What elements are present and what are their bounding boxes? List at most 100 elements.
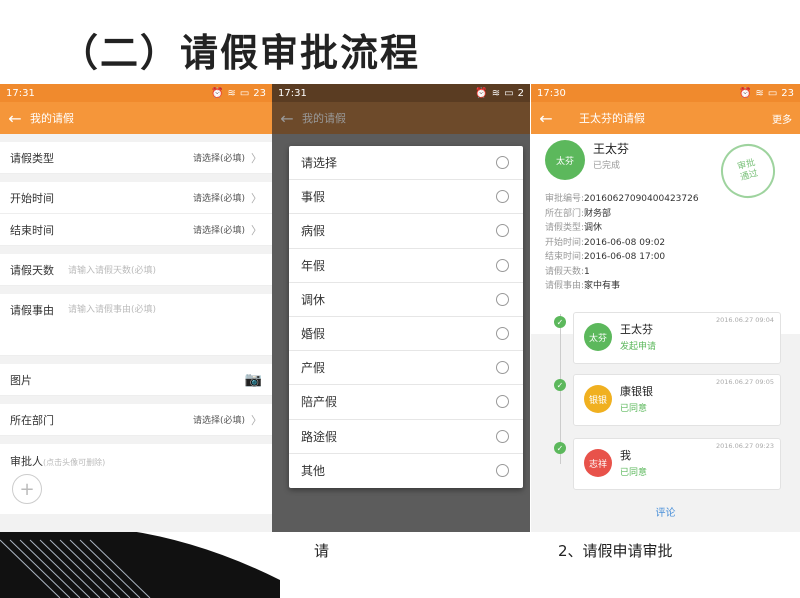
- timeline-item: 志祥 我 已同意 2016.06.27 09:23: [573, 438, 781, 490]
- approver-label: 审批人: [10, 455, 43, 468]
- battery-level: 23: [781, 87, 794, 99]
- leave-type-label: 请假类型: [10, 151, 54, 165]
- wifi-icon: ≋: [227, 87, 236, 99]
- radio-icon[interactable]: [496, 156, 509, 170]
- app-bar-title: 我的请假: [30, 112, 74, 125]
- check-icon: ✓: [554, 316, 566, 328]
- days-row[interactable]: 请假天数 请输入请假天数(必填): [0, 254, 272, 286]
- option-9[interactable]: 其他: [289, 454, 523, 488]
- chevron-right-icon: 〉: [251, 191, 262, 205]
- leave-type-row[interactable]: 请假类型 请选择(必填) 〉: [0, 142, 272, 174]
- image-row[interactable]: 图片 📷: [0, 364, 272, 396]
- option-6[interactable]: 产假: [289, 351, 523, 386]
- option-4[interactable]: 调休: [289, 283, 523, 317]
- department-label: 所在部门: [10, 413, 54, 427]
- option-0[interactable]: 请选择: [289, 146, 523, 181]
- slide-title: （二）请假审批流程: [60, 31, 421, 75]
- applicant-name: 王太芬: [593, 142, 630, 156]
- battery-level: 2: [517, 87, 524, 99]
- alarm-icon: ⏰: [210, 87, 224, 99]
- phone-leave-form: 17:31 ⏰ ≋ ▭ 23 ← 我的请假 请假类型 请选择(必填) 〉 开始时间 请选择(…: [0, 84, 272, 532]
- radio-icon[interactable]: [496, 395, 509, 409]
- radio-icon[interactable]: [496, 361, 509, 375]
- timeline-item: 太芬 王太芬 发起申请 2016.06.27 09:04: [573, 312, 781, 364]
- days-input[interactable]: 请输入请假天数(必填): [68, 263, 262, 276]
- app-bar-title: 我的请假: [302, 112, 346, 125]
- back-arrow-icon[interactable]: ←: [272, 109, 302, 128]
- caption-right: 2、请假申请审批: [558, 542, 673, 560]
- app-bar: ← 我的请假: [0, 102, 272, 134]
- add-approver-icon[interactable]: +: [12, 474, 42, 504]
- option-8[interactable]: 路途假: [289, 420, 523, 454]
- approver-section: 审批人(点击头像可删除) +: [0, 444, 272, 514]
- alarm-icon: ⏰: [738, 87, 752, 99]
- chevron-right-icon: 〉: [251, 223, 262, 237]
- start-time-value: 请选择(必填): [192, 194, 245, 204]
- option-3[interactable]: 年假: [289, 249, 523, 283]
- app-bar: ← 我的请假: [272, 102, 530, 134]
- avatar: 太芬: [584, 323, 612, 351]
- applicant-status: 已完成: [593, 161, 621, 171]
- check-icon: ✓: [554, 379, 566, 391]
- more-button[interactable]: 更多: [772, 111, 792, 126]
- radio-icon[interactable]: [496, 190, 509, 204]
- department-row[interactable]: 所在部门 请选择(必填) 〉: [0, 404, 272, 436]
- applicant-avatar: 太芬: [545, 140, 585, 180]
- phone-leave-type-picker: 17:31 ⏰ ≋ ▭ 2 ← 我的请假 请选择 事假 病假 年假 调休 婚假 产假 …: [272, 84, 530, 532]
- status-time: 17:31: [278, 87, 307, 99]
- radio-icon[interactable]: [496, 292, 509, 306]
- camera-icon[interactable]: 📷: [245, 372, 262, 388]
- reason-input[interactable]: 请输入请假事由(必填): [68, 302, 262, 315]
- leave-type-value: 请选择(必填): [192, 154, 245, 164]
- option-7[interactable]: 陪产假: [289, 385, 523, 420]
- app-bar-title: 王太芬的请假: [579, 112, 645, 125]
- leave-type-dialog: 请选择 事假 病假 年假 调休 婚假 产假 陪产假 路途假 其他: [289, 146, 523, 488]
- approved-stamp: 审批 通过: [714, 137, 782, 205]
- app-bar: ← 王太芬的请假 更多: [531, 102, 800, 134]
- status-bar: 17:30 ⏰ ≋ ▭ 23: [531, 84, 800, 102]
- battery-level: 23: [253, 87, 266, 99]
- start-time-label: 开始时间: [10, 191, 54, 205]
- option-2[interactable]: 病假: [289, 214, 523, 249]
- radio-icon[interactable]: [496, 224, 509, 238]
- battery-icon: ▭: [239, 87, 250, 99]
- phone-approval-detail: 17:30 ⏰ ≋ ▭ 23 ← 王太芬的请假 更多 太芬 王太芬 已完成 审批 通过…: [531, 84, 800, 532]
- start-time-row[interactable]: 开始时间 请选择(必填) 〉: [0, 182, 272, 214]
- wifi-icon: ≋: [755, 87, 764, 99]
- option-5[interactable]: 婚假: [289, 317, 523, 352]
- end-time-row[interactable]: 结束时间 请选择(必填) 〉: [0, 214, 272, 246]
- radio-icon[interactable]: [496, 258, 509, 272]
- radio-icon[interactable]: [496, 464, 509, 478]
- reason-row[interactable]: 请假事由 请输入请假事由(必填): [0, 294, 272, 356]
- avatar: 银银: [584, 385, 612, 413]
- radio-icon[interactable]: [496, 327, 509, 341]
- radio-icon[interactable]: [496, 429, 509, 443]
- comment-button[interactable]: 评论: [531, 504, 800, 519]
- status-bar: 17:31 ⏰ ≋ ▭ 23: [0, 84, 272, 102]
- check-icon: ✓: [554, 442, 566, 454]
- timeline-item: 银银 康银银 已同意 2016.06.27 09:05: [573, 374, 781, 426]
- chevron-right-icon: 〉: [251, 151, 262, 165]
- applicant-card: 太芬 王太芬 已完成 审批 通过 审批编号:201606270904004237…: [531, 134, 800, 334]
- wifi-icon: ≋: [491, 87, 501, 99]
- end-time-value: 请选择(必填): [192, 226, 245, 236]
- end-time-label: 结束时间: [10, 223, 54, 237]
- chevron-right-icon: 〉: [251, 413, 262, 427]
- battery-icon: ▭: [767, 87, 778, 99]
- back-arrow-icon[interactable]: ←: [0, 109, 30, 128]
- department-value: 请选择(必填): [192, 416, 245, 426]
- leave-info: 审批编号:20160627090400423726 所在部门:财务部 请假类型:…: [545, 194, 699, 291]
- caption-left: 请: [314, 542, 330, 560]
- days-label: 请假天数: [10, 263, 54, 277]
- status-time: 17:30: [537, 87, 566, 99]
- battery-icon: ▭: [504, 87, 514, 99]
- reason-label: 请假事由: [10, 304, 54, 317]
- alarm-icon: ⏰: [475, 87, 488, 99]
- stamp-text: 审批 通过: [736, 158, 760, 183]
- status-time: 17:31: [6, 87, 35, 99]
- image-label: 图片: [10, 373, 32, 387]
- status-bar: 17:31 ⏰ ≋ ▭ 2: [272, 84, 530, 102]
- avatar: 志祥: [584, 449, 612, 477]
- back-arrow-icon[interactable]: ←: [531, 109, 561, 128]
- option-1[interactable]: 事假: [289, 180, 523, 215]
